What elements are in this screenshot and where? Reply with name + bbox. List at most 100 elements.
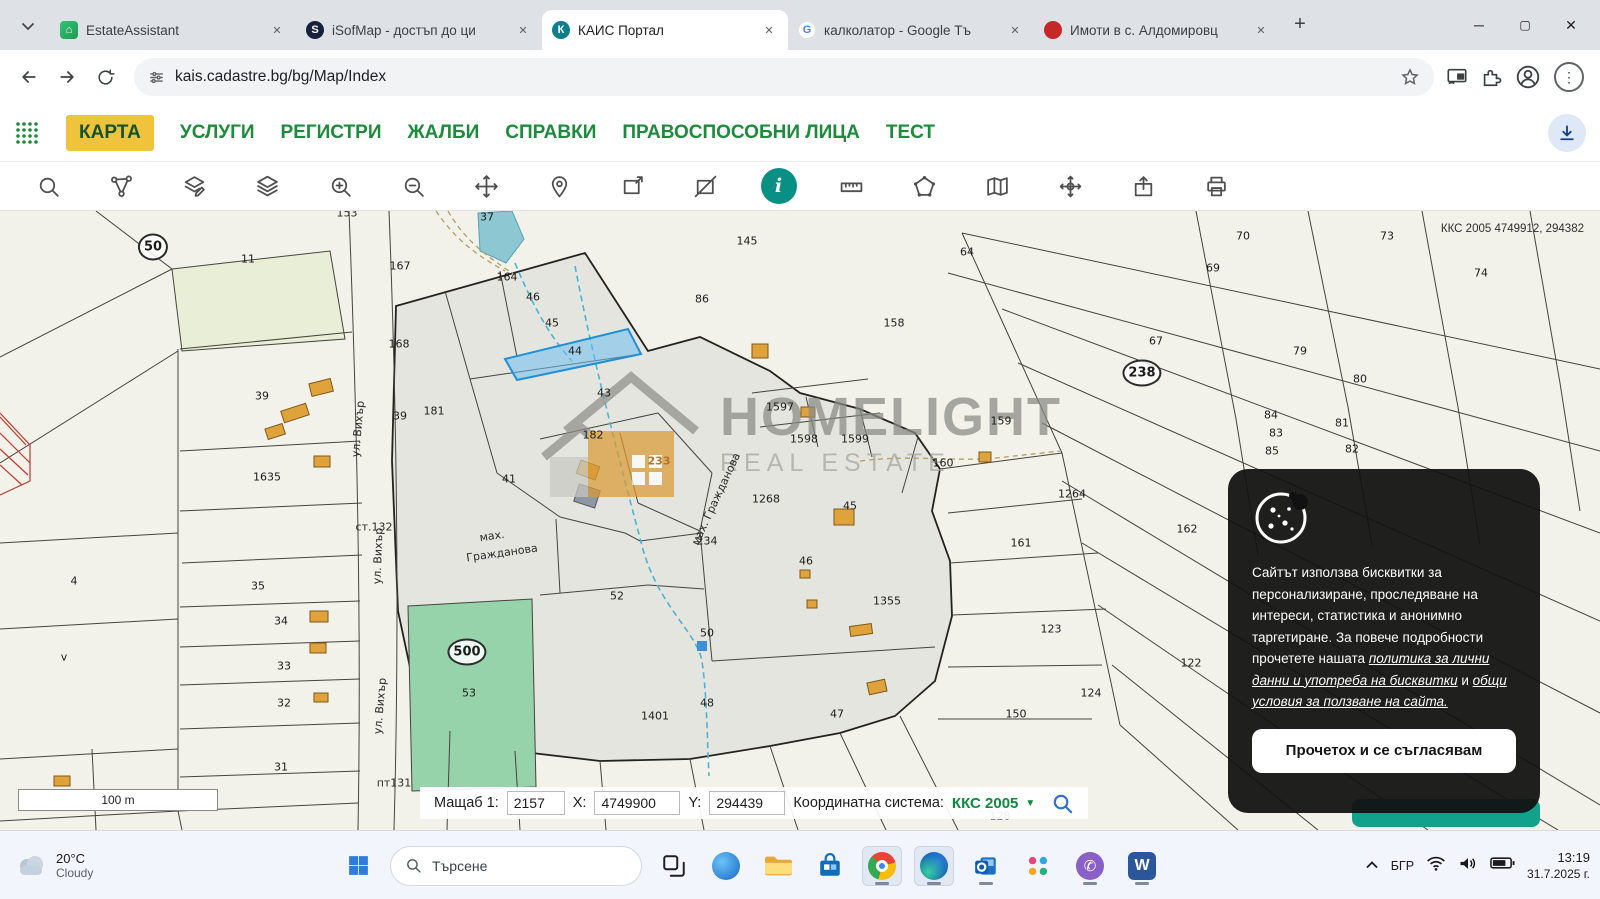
location-tool-button[interactable] (523, 162, 596, 211)
layers-edit-tool-button[interactable] (158, 162, 231, 211)
map-canvas[interactable]: HOMELIGHT REAL ESTATE 501116737164464544… (0, 211, 1600, 830)
parcel-label: v (61, 651, 68, 664)
extensions-icon[interactable] (1480, 66, 1502, 88)
browser-tab[interactable]: ⌂EstateAssistant✕ (50, 10, 296, 50)
scale-label: Мащаб 1: (434, 795, 499, 811)
minimize-button[interactable]: ─ (1456, 0, 1502, 50)
copilot-icon[interactable] (706, 846, 746, 886)
browser-menu-button[interactable]: ⋮ (1554, 62, 1584, 92)
tab-close-icon[interactable]: ✕ (760, 21, 778, 39)
store-icon[interactable] (810, 846, 850, 886)
maximize-button[interactable]: ▢ (1502, 0, 1548, 50)
print-icon (1204, 174, 1229, 199)
back-button[interactable] (12, 60, 46, 94)
status-search-button[interactable] (1051, 792, 1074, 815)
parcel-label: 1264 (1058, 488, 1086, 501)
taskbar-search-box[interactable]: Търсене (390, 846, 642, 886)
cast-icon[interactable] (1446, 66, 1468, 88)
select-rect-tool-button[interactable] (596, 162, 669, 211)
scale-input[interactable] (507, 791, 565, 815)
nav-item-3[interactable]: ЖАЛБИ (408, 122, 480, 144)
zoom-in-tool-button[interactable] (304, 162, 377, 211)
tab-close-icon[interactable]: ✕ (268, 21, 286, 39)
wifi-icon[interactable] (1426, 855, 1446, 877)
x-coordinate-input[interactable] (594, 791, 680, 815)
task-view-icon[interactable] (654, 846, 694, 886)
zoom-out-icon (401, 174, 426, 199)
street-label: 153 (337, 211, 358, 220)
profile-avatar[interactable] (1514, 63, 1542, 91)
clock-date: 31.7.2025 г. (1527, 866, 1590, 883)
parcel-label: 67 (1149, 335, 1163, 348)
start-button[interactable] (338, 846, 378, 886)
browser-tab[interactable]: ККАИС Портал✕ (542, 10, 788, 50)
route-tool-button[interactable] (85, 162, 158, 211)
download-button[interactable] (1548, 114, 1586, 152)
forward-button[interactable] (50, 60, 84, 94)
nav-item-0[interactable]: КАРТА (66, 115, 154, 151)
tab-close-icon[interactable]: ✕ (1252, 21, 1270, 39)
crosshair-tool-button[interactable] (1034, 162, 1107, 211)
outlook-icon[interactable] (966, 846, 1006, 886)
layers-edit-icon (182, 174, 207, 199)
measure-length-tool-button[interactable] (815, 162, 888, 211)
browser-tab[interactable]: SiSofMap - достъп до ци✕ (296, 10, 542, 50)
tab-close-icon[interactable]: ✕ (514, 21, 532, 39)
nav-item-4[interactable]: СПРАВКИ (505, 122, 596, 144)
parcel-label: 45 (843, 500, 857, 513)
close-button[interactable]: ✕ (1548, 0, 1594, 50)
map-corner-coordinates: ККС 2005 4749912, 294382 (1441, 223, 1584, 235)
edge-icon[interactable] (914, 846, 954, 886)
browser-tab[interactable]: Имоти в с. Алдомировц✕ (1034, 10, 1280, 50)
cookie-banner: Сайтът използва бисквитки за персонализи… (1228, 469, 1540, 813)
reload-button[interactable] (88, 60, 122, 94)
map-sheet-tool-button[interactable] (961, 162, 1034, 211)
search-tool-button[interactable] (12, 162, 85, 211)
parcel-label: 33 (277, 660, 291, 673)
crs-select[interactable]: ККС 2005 ▼ (952, 795, 1035, 812)
new-tab-button[interactable]: + (1286, 10, 1314, 38)
bookmark-star-icon[interactable] (1400, 67, 1420, 87)
street-label: пт131 (377, 777, 412, 790)
taskbar-weather-widget[interactable]: 20°C Cloudy (14, 831, 93, 899)
tab-strip: ⌂EstateAssistant✕SiSofMap - достъп до ци… (0, 0, 1600, 50)
keyboard-language-indicator[interactable]: БГР (1391, 859, 1414, 873)
tab-search-button[interactable] (14, 12, 42, 40)
power-platform-icon[interactable] (1018, 846, 1058, 886)
zoom-out-tool-button[interactable] (377, 162, 450, 211)
tab-strip-tabs: ⌂EstateAssistant✕SiSofMap - достъп до ци… (50, 10, 1280, 50)
browser-tab[interactable]: Gкалколатор - Google Тъ✕ (788, 10, 1034, 50)
tray-chevron-up-icon[interactable] (1365, 857, 1379, 875)
parcel-label: 39 (255, 390, 269, 403)
tab-close-icon[interactable]: ✕ (1006, 21, 1024, 39)
url-bar[interactable]: kais.cadastre.bg/bg/Map/Index (134, 58, 1434, 96)
nav-item-6[interactable]: ТЕСТ (886, 122, 935, 144)
export-tool-button[interactable] (1107, 162, 1180, 211)
nav-item-1[interactable]: УСЛУГИ (180, 122, 255, 144)
layers-tool-button[interactable] (231, 162, 304, 211)
nav-item-5[interactable]: ПРАВОСПОСОБНИ ЛИЦА (622, 122, 860, 144)
forward-arrow-icon (57, 67, 77, 87)
y-coordinate-input[interactable] (709, 791, 785, 815)
pan-tool-button[interactable] (450, 162, 523, 211)
battery-icon[interactable] (1490, 856, 1515, 875)
taskbar-clock[interactable]: 13:19 31.7.2025 г. (1527, 849, 1590, 883)
print-tool-button[interactable] (1180, 162, 1253, 211)
nav-item-2[interactable]: РЕГИСТРИ (281, 122, 382, 144)
parcel-label: 1597 (766, 401, 794, 414)
cookie-accept-button[interactable]: Прочетох и се съгласявам (1252, 729, 1516, 773)
volume-icon[interactable] (1458, 855, 1478, 877)
measure-area-tool-button[interactable] (888, 162, 961, 211)
select-rect-icon (620, 174, 645, 199)
viber-icon[interactable]: ✆ (1070, 846, 1110, 886)
clear-selection-tool-button[interactable] (669, 162, 742, 211)
map-sheet-icon (985, 174, 1010, 199)
parcel-label: 31 (274, 761, 288, 774)
file-explorer-icon[interactable] (758, 846, 798, 886)
chrome-icon[interactable] (862, 846, 902, 886)
info-tool-button[interactable]: i (742, 162, 815, 211)
word-icon[interactable]: W (1122, 846, 1162, 886)
crs-label: Координатна система: (793, 795, 944, 811)
kais-favicon: К (552, 21, 570, 39)
apps-grid-icon[interactable] (14, 120, 40, 146)
